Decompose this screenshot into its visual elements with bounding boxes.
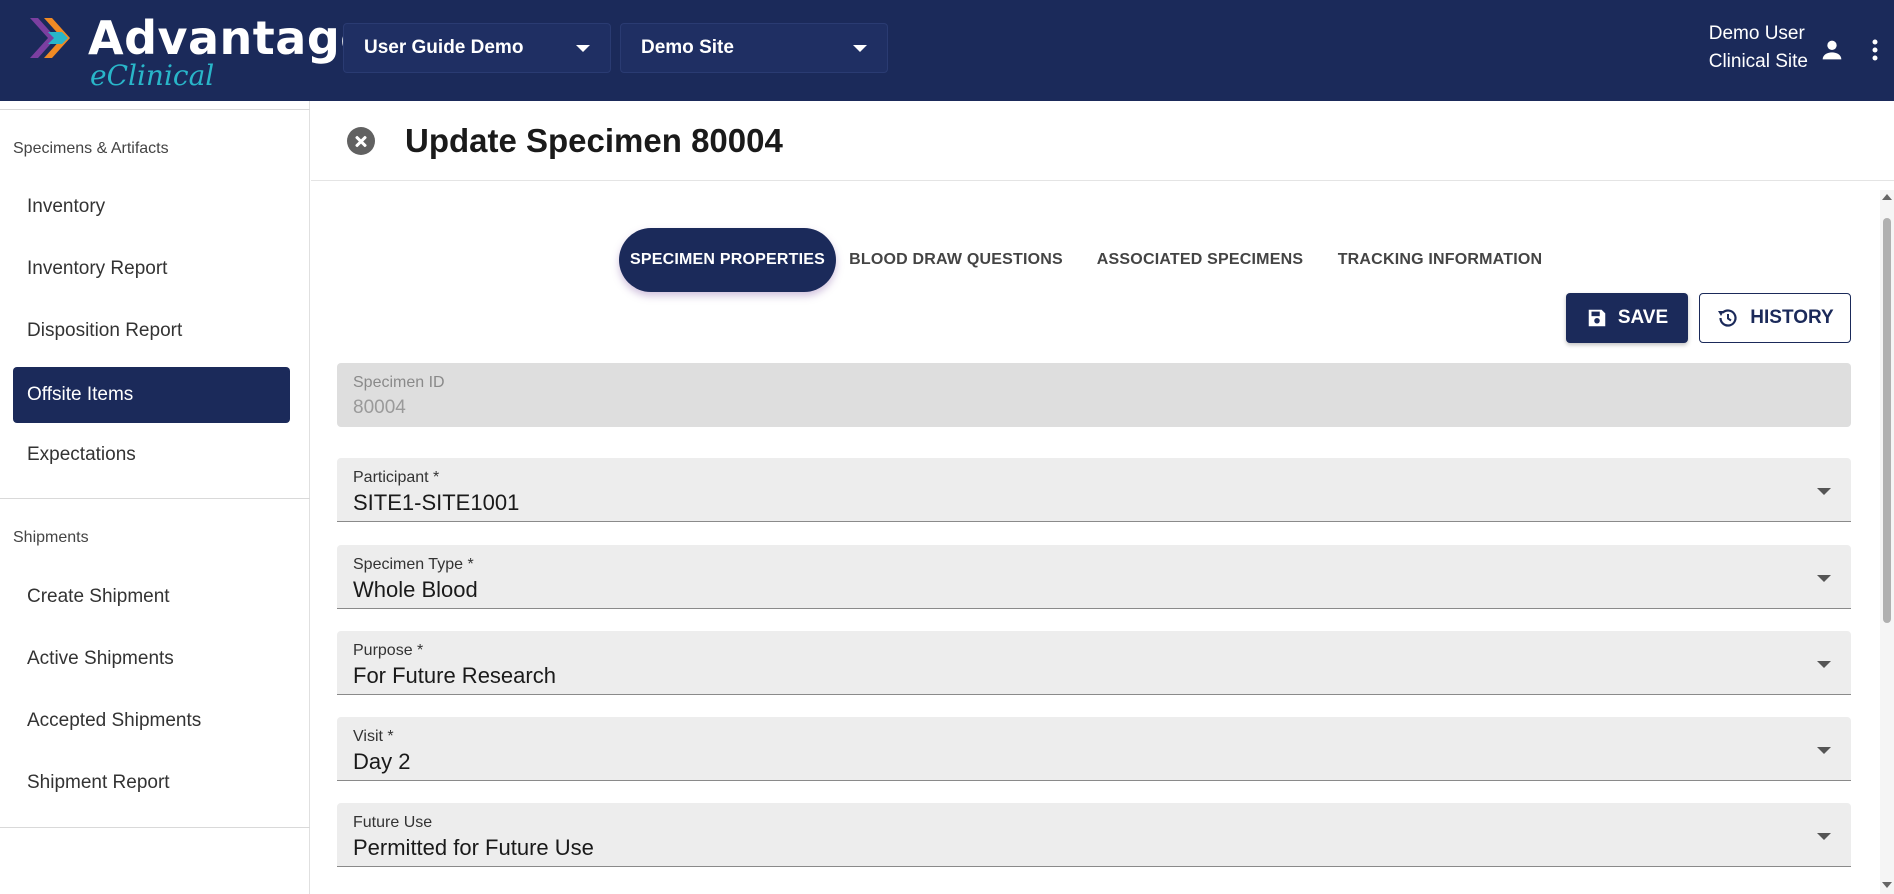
- sidebar-item-inventory-report[interactable]: Inventory Report: [13, 241, 290, 297]
- site-selector[interactable]: Demo Site: [620, 23, 888, 73]
- person-icon[interactable]: [1818, 36, 1846, 64]
- tab-tracking-information[interactable]: TRACKING INFORMATION: [1330, 228, 1550, 292]
- user-name: Demo User: [1708, 23, 1805, 44]
- participant-select[interactable]: Participant * SITE1-SITE1001: [337, 458, 1851, 522]
- chevron-down-icon: [1817, 488, 1831, 495]
- scrollbar[interactable]: [1880, 190, 1894, 894]
- visit-select[interactable]: Visit * Day 2: [337, 717, 1851, 781]
- history-button-label: HISTORY: [1750, 307, 1834, 328]
- future-use-select[interactable]: Future Use Permitted for Future Use: [337, 803, 1851, 867]
- scrollbar-thumb[interactable]: [1883, 218, 1891, 623]
- save-icon: [1588, 309, 1606, 327]
- sidebar-item-create-shipment[interactable]: Create Shipment: [13, 569, 290, 625]
- chevron-down-icon: [576, 44, 590, 52]
- visit-label: Visit *: [353, 728, 394, 745]
- more-vert-icon[interactable]: [1865, 36, 1885, 64]
- chevron-down-icon: [1817, 833, 1831, 840]
- sidebar-section-shipments: Shipments: [13, 529, 89, 546]
- chevron-down-icon: [1817, 661, 1831, 668]
- user-role: Clinical Site: [1708, 51, 1808, 72]
- logo-text: Advantage: [88, 11, 372, 65]
- page-header: Update Specimen 80004: [311, 101, 1894, 181]
- sidebar-item-accepted-shipments[interactable]: Accepted Shipments: [13, 693, 290, 749]
- chevron-down-icon: [1817, 575, 1831, 582]
- sidebar-divider: [0, 109, 310, 110]
- user-info: Demo User Clinical Site: [1709, 20, 1808, 76]
- purpose-value: For Future Research: [353, 663, 556, 688]
- chevron-down-icon: [853, 44, 867, 52]
- scroll-up-arrow[interactable]: [1882, 194, 1892, 200]
- sidebar-section-specimens: Specimens & Artifacts: [13, 140, 169, 157]
- sidebar-divider: [0, 827, 310, 828]
- sidebar-item-shipment-report[interactable]: Shipment Report: [13, 755, 290, 811]
- logo-subtext: eClinical: [90, 59, 215, 92]
- participant-label: Participant *: [353, 469, 440, 486]
- close-circle-icon[interactable]: [347, 127, 375, 155]
- study-selector-value: User Guide Demo: [364, 37, 524, 58]
- future-use-label: Future Use: [353, 814, 433, 831]
- purpose-select[interactable]: Purpose * For Future Research: [337, 631, 1851, 695]
- tab-specimen-properties[interactable]: SPECIMEN PROPERTIES: [619, 228, 836, 292]
- site-selector-value: Demo Site: [641, 37, 734, 58]
- app-logo[interactable]: Advantage eClinical: [28, 10, 371, 92]
- sidebar-item-offsite-items[interactable]: Offsite Items: [13, 367, 290, 423]
- save-button-label: SAVE: [1617, 307, 1669, 328]
- app-header: Advantage eClinical User Guide Demo Demo…: [0, 0, 1894, 101]
- specimen-type-value: Whole Blood: [353, 577, 478, 602]
- advantage-logo-icon: [30, 18, 70, 58]
- specimen-type-select[interactable]: Specimen Type * Whole Blood: [337, 545, 1851, 609]
- sidebar-divider: [0, 498, 310, 499]
- participant-value: SITE1-SITE1001: [353, 490, 520, 515]
- sidebar-item-expectations[interactable]: Expectations: [13, 427, 290, 483]
- purpose-label: Purpose *: [353, 642, 424, 659]
- future-use-value: Permitted for Future Use: [353, 835, 594, 860]
- scroll-down-arrow[interactable]: [1882, 882, 1892, 888]
- page-title: Update Specimen 80004: [405, 122, 783, 159]
- chevron-down-icon: [1817, 747, 1831, 754]
- history-icon: [1718, 309, 1737, 327]
- specimen-id-field: Specimen ID 80004: [337, 363, 1851, 427]
- history-button[interactable]: HISTORY: [1699, 293, 1851, 343]
- specimen-id-value: 80004: [353, 397, 406, 418]
- tab-associated-specimens[interactable]: ASSOCIATED SPECIMENS: [1095, 228, 1305, 292]
- sidebar-item-disposition-report[interactable]: Disposition Report: [13, 303, 290, 359]
- sidebar: Specimens & Artifacts Inventory Inventor…: [0, 101, 310, 894]
- tab-blood-draw-questions[interactable]: BLOOD DRAW QUESTIONS: [846, 228, 1066, 292]
- save-button[interactable]: SAVE: [1566, 293, 1688, 343]
- sidebar-item-active-shipments[interactable]: Active Shipments: [13, 631, 290, 687]
- specimen-type-label: Specimen Type *: [353, 556, 474, 573]
- study-selector[interactable]: User Guide Demo: [343, 23, 611, 73]
- visit-value: Day 2: [353, 749, 411, 774]
- sidebar-item-inventory[interactable]: Inventory: [13, 179, 290, 235]
- specimen-id-label: Specimen ID: [353, 374, 445, 391]
